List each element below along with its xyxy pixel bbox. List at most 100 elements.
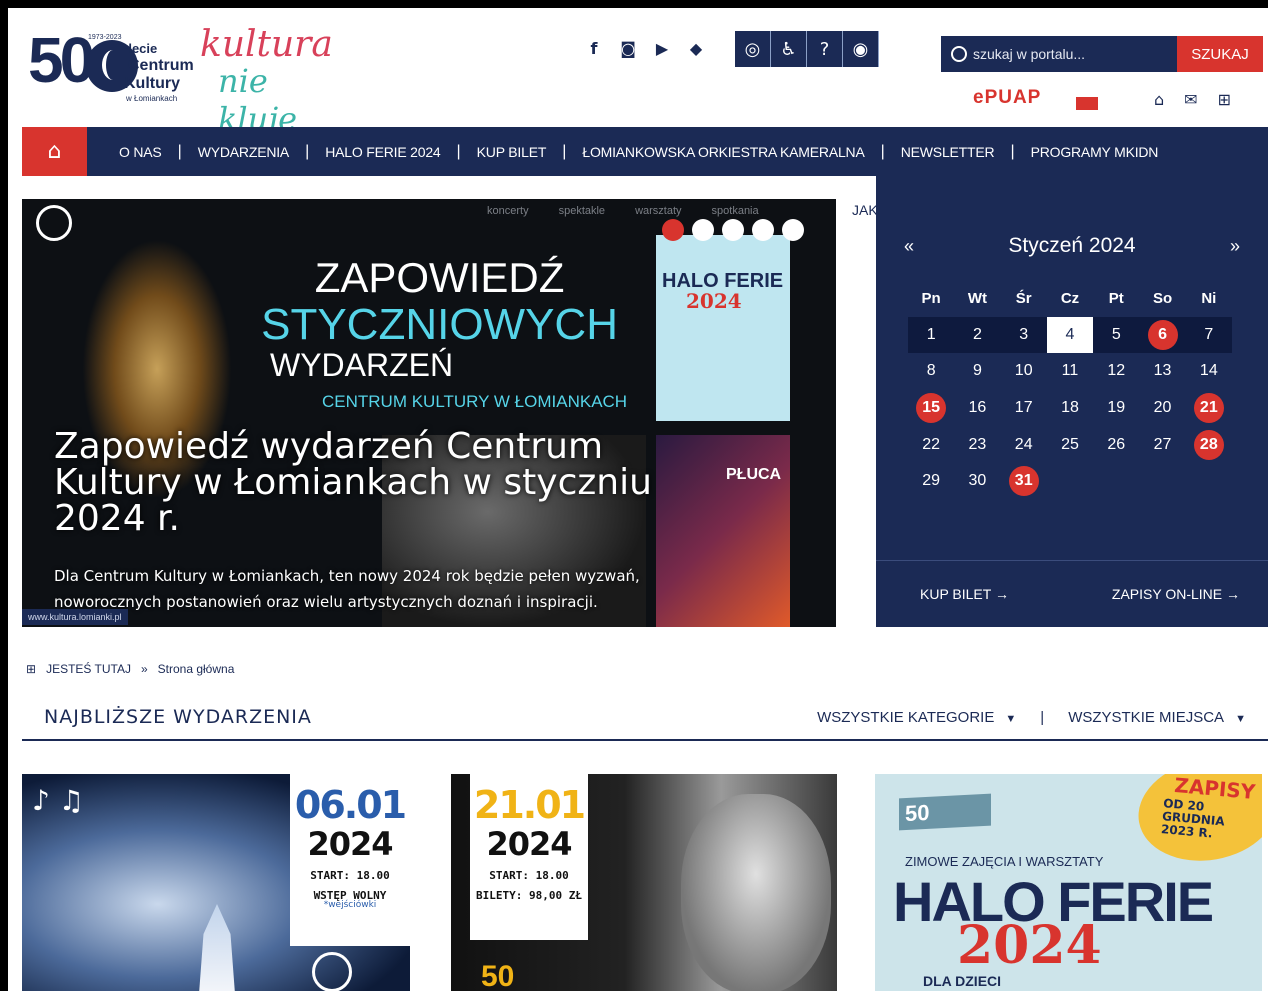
calendar-day[interactable]: 23 <box>954 427 1000 463</box>
slider-dot[interactable] <box>782 219 804 241</box>
logo-lecie: -lecie <box>124 41 158 56</box>
calendar-day[interactable]: 24 <box>1001 427 1047 463</box>
hero-tag: warsztaty <box>635 205 682 217</box>
calendar-day[interactable]: 16 <box>954 390 1000 426</box>
category-filter-dropdown[interactable]: WSZYSTKIE KATEGORIE <box>817 709 1016 726</box>
calendar-day[interactable]: 5 <box>1093 317 1139 353</box>
event-tile[interactable]: ♪ ♫ 06.01 2024 START: 18.00 WSTĘP WOLNY … <box>22 774 410 991</box>
home-icon[interactable]: ⌂ <box>1154 90 1164 109</box>
calendar-day[interactable]: 28 <box>1186 427 1232 463</box>
calendar-day[interactable]: 8 <box>908 353 954 389</box>
calendar-day-number: 4 <box>1046 316 1093 353</box>
calendar-day[interactable]: 12 <box>1093 353 1139 389</box>
calendar-day[interactable]: 20 <box>1139 390 1185 426</box>
calendar-day-number: 30 <box>968 472 987 490</box>
calendar-day <box>1186 463 1232 499</box>
calendar-day[interactable]: 4 <box>1046 316 1093 353</box>
wheelchair-icon[interactable]: ♿ <box>771 31 807 67</box>
breadcrumb-separator: » <box>140 662 148 676</box>
calendar-day-number: 31 <box>1008 466 1039 497</box>
nav-separator: | <box>562 142 567 160</box>
event-date: 06.01 <box>294 783 407 827</box>
nav-item-programy[interactable]: PROGRAMY MKIDN <box>1031 145 1159 159</box>
calendar-day[interactable]: 11 <box>1047 353 1093 389</box>
nav-item-halo-ferie[interactable]: HALO FERIE 2024 <box>325 145 440 159</box>
poster-year: 2024 <box>686 289 742 313</box>
calendar-day[interactable]: 22 <box>908 427 954 463</box>
event-year: 2024 <box>486 825 572 863</box>
event-tile[interactable]: 21.01 2024 START: 18.00 BILETY: 98,00 ZŁ… <box>451 774 837 991</box>
badge-subtitle: OD 20 GRUDNIA 2023 R. <box>1160 796 1226 841</box>
calendar-day-number: 19 <box>1107 399 1126 417</box>
calendar-day-number <box>1055 466 1085 496</box>
nav-home-button[interactable]: ⌂ <box>22 127 87 176</box>
contrast-icon[interactable]: ◎ <box>735 31 771 67</box>
search-input[interactable] <box>973 46 1173 62</box>
eye-icon[interactable]: ◉ <box>843 31 879 67</box>
slogan-logo: kultura nie kluje <box>200 18 350 138</box>
calendar-day[interactable]: 6 <box>1139 317 1185 353</box>
event-entry-note: *wejściówki <box>323 900 377 910</box>
calendar-day[interactable]: 21 <box>1186 390 1232 426</box>
calendar-day[interactable]: 14 <box>1186 353 1232 389</box>
nav-item-o-nas[interactable]: O NAS <box>119 145 162 159</box>
calendar-day[interactable]: 9 <box>954 353 1000 389</box>
calendar-day[interactable]: 31 <box>1001 463 1047 499</box>
bip-link[interactable] <box>1076 88 1098 110</box>
facebook-icon[interactable]: f <box>583 38 605 60</box>
tile-subtitle: ZIMOWE ZAJĘCIA I WARSZTATY <box>905 854 1104 869</box>
search-button[interactable]: SZUKAJ <box>1177 36 1263 72</box>
calendar-day[interactable]: 26 <box>1093 427 1139 463</box>
epuap-label: ePUAP <box>973 87 1042 108</box>
calendar-day[interactable]: 29 <box>908 463 954 499</box>
nav-item-orkiestra[interactable]: ŁOMIANKOWSKA ORKIESTRA KAMERALNA <box>582 145 864 159</box>
slider-dot[interactable] <box>722 219 744 241</box>
events-title: NAJBLIŻSZE WYDARZENIA <box>44 706 312 728</box>
nav-item-newsletter[interactable]: NEWSLETTER <box>901 145 995 159</box>
kup-bilet-link[interactable]: KUP BILET → <box>920 586 1009 602</box>
calendar-day[interactable]: 1 <box>908 317 954 353</box>
calendar-weekday: Śr <box>1015 289 1032 307</box>
site-logo[interactable]: 1973-2023 50 -lecie Centrum Kultury w Ło… <box>28 24 198 114</box>
calendar-day[interactable]: 10 <box>1001 353 1047 389</box>
logo-line3: w Łomiankach <box>126 94 178 103</box>
calendar-next-button[interactable]: » <box>1230 236 1240 257</box>
slider-dot[interactable] <box>692 219 714 241</box>
slide-title[interactable]: Zapowiedź wydarzeń Centrum Kultury w Łom… <box>54 429 694 537</box>
calendar-day[interactable]: 19 <box>1093 390 1139 426</box>
calendar-weekday: Pn <box>921 289 941 307</box>
calendar-day[interactable]: 18 <box>1047 390 1093 426</box>
slider-dot[interactable] <box>752 219 774 241</box>
slider-dot[interactable] <box>662 219 684 241</box>
calendar-day[interactable]: 25 <box>1047 427 1093 463</box>
slogan-line1: kultura <box>200 24 333 65</box>
event-tile[interactable]: 50 ZAPISY OD 20 GRUDNIA 2023 R. ZIMOWE Z… <box>875 774 1262 991</box>
calendar-day[interactable]: 2 <box>954 317 1000 353</box>
hearing-icon[interactable]: ? <box>807 31 843 67</box>
hero-slider[interactable]: koncerty spektakle warsztaty spotkania Z… <box>22 199 836 627</box>
epuap-link[interactable]: ePUAP <box>973 88 1041 107</box>
calendar-prev-button[interactable]: « <box>904 236 914 257</box>
jak-text: JAK <box>852 202 878 218</box>
calendar-day[interactable]: 27 <box>1139 427 1185 463</box>
ticket-icon[interactable]: ◆ <box>685 38 707 60</box>
logo-line2: Kultury <box>124 75 180 92</box>
calendar-day[interactable]: 15 <box>908 390 954 426</box>
calendar-day[interactable]: 17 <box>1001 390 1047 426</box>
social-links: f ◙ ▶ ◆ <box>583 38 707 60</box>
sitemap-icon[interactable]: ⊞ <box>1218 90 1231 109</box>
calendar-day[interactable]: 13 <box>1139 353 1185 389</box>
calendar-day <box>1139 463 1185 499</box>
mail-icon[interactable]: ✉ <box>1184 90 1197 109</box>
nav-item-kup-bilet[interactable]: KUP BILET <box>477 145 547 159</box>
breadcrumb-home-link[interactable]: Strona główna <box>158 662 235 676</box>
calendar-day[interactable]: 7 <box>1186 317 1232 353</box>
logo-fifty: 50 <box>28 24 95 96</box>
place-filter-dropdown[interactable]: WSZYSTKIE MIEJSCA <box>1068 709 1246 726</box>
zapisy-online-link[interactable]: ZAPISY ON-LINE → <box>1112 586 1240 602</box>
nav-item-wydarzenia[interactable]: WYDARZENIA <box>198 145 290 159</box>
youtube-icon[interactable]: ▶ <box>651 38 673 60</box>
instagram-icon[interactable]: ◙ <box>617 38 639 60</box>
calendar-day[interactable]: 30 <box>954 463 1000 499</box>
calendar-day[interactable]: 3 <box>1001 317 1047 353</box>
